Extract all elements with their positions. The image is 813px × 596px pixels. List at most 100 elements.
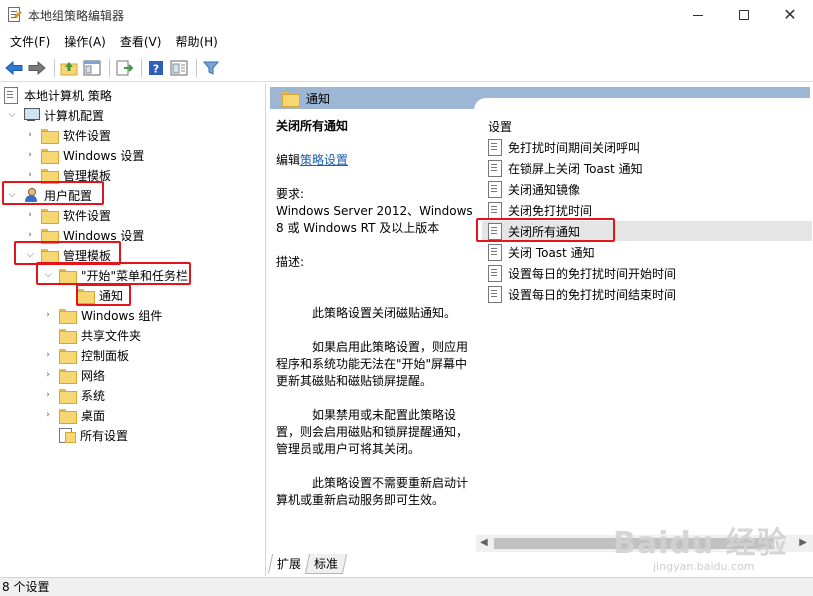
show-hide-tree-button[interactable] — [82, 58, 102, 78]
folder-icon — [41, 208, 59, 224]
close-button[interactable]: ✕ — [767, 0, 813, 30]
tree-label: 本地计算机 策略 — [24, 88, 112, 103]
tree-item-network[interactable]: › 网络 — [42, 365, 105, 385]
tree-item-computer-config[interactable]: ⌵ 计算机配置 — [6, 105, 104, 125]
chevron-right-icon[interactable]: › — [24, 209, 36, 221]
maximize-button[interactable] — [721, 0, 767, 30]
setting-label: 在锁屏上关闭 Toast 通知 — [508, 161, 643, 176]
computer-icon — [23, 108, 40, 122]
tree-item-all-settings[interactable]: 所有设置 — [59, 425, 128, 445]
watermark-logo: Baidu 经验 — [613, 526, 788, 561]
tree-item-cc-software[interactable]: › 软件设置 — [24, 125, 111, 145]
export-list-button[interactable] — [114, 58, 134, 78]
policy-setting-icon — [488, 181, 502, 198]
tree-label: 软件设置 — [63, 128, 112, 143]
tab-standard[interactable]: 标准 — [304, 554, 348, 574]
minimize-icon — [693, 14, 703, 16]
setting-label: 关闭免打扰时间 — [508, 203, 593, 218]
chevron-right-icon[interactable]: › — [24, 149, 36, 161]
menu-help[interactable]: 帮助(H) — [169, 31, 223, 53]
chevron-right-icon[interactable]: › — [42, 309, 54, 321]
tree-label: 计算机配置 — [44, 108, 105, 123]
setting-row[interactable]: 关闭 Toast 通知 — [488, 242, 595, 262]
tree-item-control-panel[interactable]: › 控制面板 — [42, 345, 129, 365]
all-settings-icon — [59, 428, 76, 443]
menu-bar: 文件(F) 操作(A) 查看(V) 帮助(H) — [0, 31, 813, 53]
highlight-box — [476, 218, 615, 242]
toolbar-separator — [54, 58, 55, 77]
forward-arrow-icon — [28, 60, 46, 75]
folder-icon — [59, 388, 77, 404]
scroll-left-icon[interactable]: ◀ — [480, 537, 488, 548]
minimize-button[interactable] — [675, 0, 721, 30]
setting-row[interactable]: 设置每日的免打扰时间结束时间 — [488, 284, 676, 304]
tree-item-shared-folders[interactable]: 共享文件夹 — [59, 325, 141, 345]
tab-extended[interactable]: 扩展 — [267, 554, 311, 574]
requirements-label: 要求: — [276, 187, 305, 201]
highlight-box — [36, 262, 191, 285]
up-folder-icon — [60, 61, 78, 75]
chevron-right-icon[interactable]: › — [42, 409, 54, 421]
setting-row[interactable]: 在锁屏上关闭 Toast 通知 — [488, 158, 643, 178]
tree-label: 所有设置 — [80, 428, 129, 443]
edit-policy-settings-link[interactable]: 策略设置 — [300, 153, 348, 167]
chevron-right-icon[interactable]: › — [24, 129, 36, 141]
setting-row[interactable]: 免打扰时间期间关闭呼叫 — [488, 137, 640, 157]
setting-row[interactable]: 设置每日的免打扰时间开始时间 — [488, 263, 676, 283]
window-title: 本地组策略编辑器 — [28, 8, 125, 23]
setting-row[interactable]: 关闭免打扰时间 — [488, 200, 592, 220]
filter-button[interactable] — [201, 58, 221, 78]
properties-button[interactable] — [169, 58, 189, 78]
tree-label: 网络 — [81, 368, 106, 383]
tab-label: 扩展 — [277, 557, 302, 571]
folder-icon — [59, 348, 77, 364]
help-button[interactable]: ? — [146, 58, 166, 78]
folder-icon — [41, 228, 59, 244]
chevron-right-icon[interactable]: › — [24, 169, 36, 181]
chevron-down-icon[interactable]: ⌵ — [6, 109, 18, 121]
close-icon: ✕ — [783, 5, 797, 24]
menu-file[interactable]: 文件(F) — [4, 31, 56, 53]
menu-view[interactable]: 查看(V) — [114, 31, 168, 53]
chevron-right-icon[interactable]: › — [42, 349, 54, 361]
tree-pane: 本地计算机 策略 ⌵ 计算机配置 › 软件设置 › Windows 设置 › 管… — [0, 84, 266, 576]
forward-button[interactable] — [27, 58, 47, 78]
back-button[interactable] — [4, 58, 24, 78]
description-paragraph: 此策略设置关闭磁贴通知。 — [312, 306, 457, 320]
properties-icon — [170, 60, 188, 75]
column-header-setting[interactable]: 设置 — [488, 118, 512, 135]
menu-action[interactable]: 操作(A) — [58, 31, 112, 53]
tree-item-windows-components[interactable]: › Windows 组件 — [42, 305, 162, 325]
tree-label: 软件设置 — [63, 208, 112, 223]
setting-label: 关闭通知镜像 — [508, 182, 581, 197]
show-hide-tree-icon — [83, 60, 101, 75]
edit-prefix: 编辑 — [276, 153, 301, 167]
tab-label: 标准 — [314, 557, 339, 571]
tree-item-cc-windows[interactable]: › Windows 设置 — [24, 145, 144, 165]
toolbar-separator — [141, 58, 142, 77]
chevron-right-icon[interactable]: › — [42, 389, 54, 401]
details-pane: 通知 关闭所有通知 编辑策略设置 要求: Windows Server 2012… — [267, 84, 813, 576]
description-label: 描述: — [276, 255, 305, 269]
policy-setting-icon — [488, 202, 502, 219]
tree-item-desktop[interactable]: › 桌面 — [42, 405, 105, 425]
policy-description: 关闭所有通知 编辑策略设置 要求: Windows Server 2012、Wi… — [276, 118, 476, 509]
description-paragraph: 如果启用此策略设置，则应用程序和系统功能无法在"开始"屏幕中更新其磁贴和磁贴锁屏… — [276, 340, 469, 388]
chevron-right-icon[interactable]: › — [24, 229, 36, 241]
tree-item-root[interactable]: 本地计算机 策略 — [4, 85, 112, 105]
details-header-title: 通知 — [306, 91, 331, 106]
chevron-right-icon[interactable]: › — [42, 369, 54, 381]
tree-item-uc-software[interactable]: › 软件设置 — [24, 205, 111, 225]
tree-label: 控制面板 — [81, 348, 130, 363]
policy-setting-icon — [488, 286, 502, 303]
setting-label: 免打扰时间期间关闭呼叫 — [508, 140, 641, 155]
toolbar: ? — [0, 54, 813, 82]
up-one-level-button[interactable] — [59, 58, 79, 78]
watermark-url: jingyan.baidu.com — [653, 560, 755, 573]
policy-title: 关闭所有通知 — [276, 119, 349, 133]
tree-label: 共享文件夹 — [81, 328, 142, 343]
folder-icon — [41, 148, 59, 164]
tree-item-system[interactable]: › 系统 — [42, 385, 105, 405]
svg-text:?: ? — [153, 62, 159, 75]
setting-row[interactable]: 关闭通知镜像 — [488, 179, 580, 199]
